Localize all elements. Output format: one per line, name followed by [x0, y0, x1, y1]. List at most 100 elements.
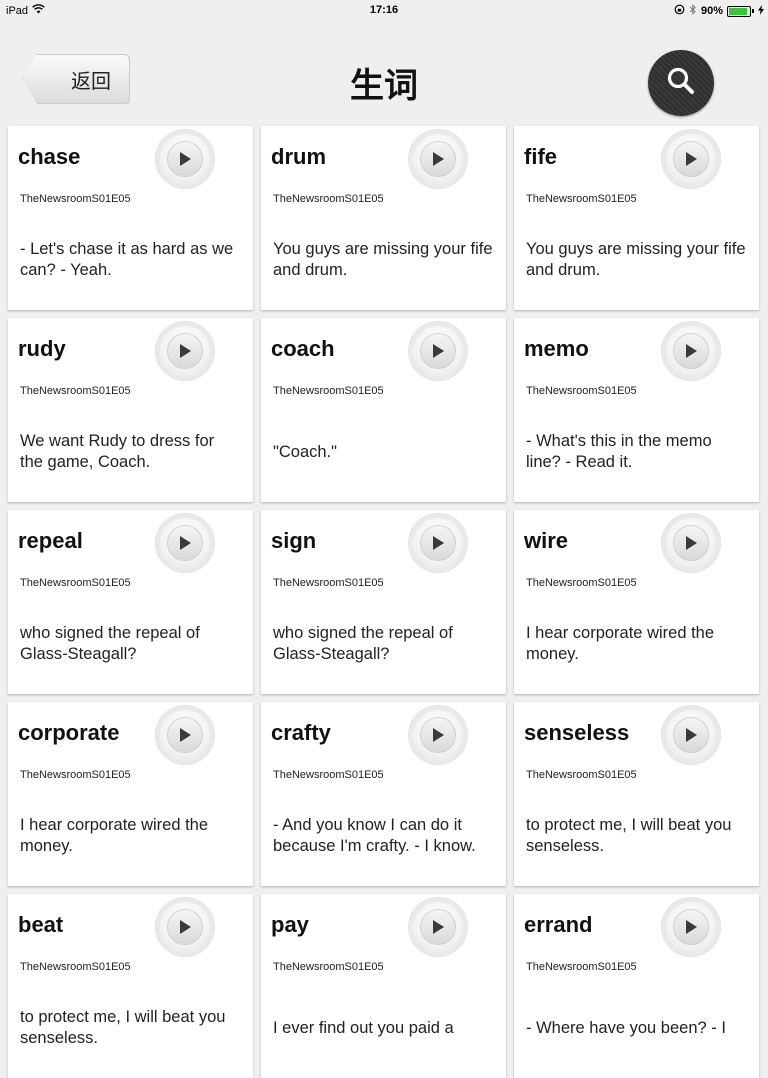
play-button[interactable] — [409, 322, 467, 380]
example-sentence: - And you know I can do it because I'm c… — [273, 816, 476, 855]
play-button-face — [420, 909, 456, 945]
play-icon — [433, 728, 444, 742]
source-label: TheNewsroomS01E05 — [20, 577, 131, 589]
play-icon — [433, 920, 444, 934]
play-button[interactable] — [409, 514, 467, 572]
orientation-lock-icon — [674, 4, 685, 18]
example-sentence: to protect me, I will beat you senseless… — [20, 1008, 226, 1047]
example-sentence: "Coach." — [273, 442, 337, 461]
battery-level-fill — [729, 7, 747, 15]
source-label: TheNewsroomS01E05 — [20, 769, 131, 781]
word-card-corporate[interactable]: corporate TheNewsroomS01E05 I hear corpo… — [8, 702, 253, 886]
word-card-drum[interactable]: drum TheNewsroomS01E05 You guys are miss… — [261, 126, 506, 310]
play-icon — [686, 920, 697, 934]
play-button[interactable] — [409, 898, 467, 956]
play-icon — [433, 152, 444, 166]
source-label: TheNewsroomS01E05 — [273, 961, 384, 973]
play-button-face — [420, 141, 456, 177]
word-card-sign[interactable]: sign TheNewsroomS01E05 who signed the re… — [261, 510, 506, 694]
play-button-face — [673, 141, 709, 177]
play-button-face — [673, 525, 709, 561]
word-card-coach[interactable]: coach TheNewsroomS01E05 "Coach." — [261, 318, 506, 502]
source-label: TheNewsroomS01E05 — [20, 193, 131, 205]
play-button[interactable] — [156, 706, 214, 764]
word-card-repeal[interactable]: repeal TheNewsroomS01E05 who signed the … — [8, 510, 253, 694]
play-button[interactable] — [156, 130, 214, 188]
play-button[interactable] — [156, 898, 214, 956]
example-sentence: We want Rudy to dress for the game, Coac… — [20, 432, 215, 471]
play-button-face — [420, 333, 456, 369]
play-button[interactable] — [156, 514, 214, 572]
play-icon — [686, 344, 697, 358]
play-button-face — [673, 717, 709, 753]
play-button-face — [673, 909, 709, 945]
play-icon — [686, 728, 697, 742]
play-button[interactable] — [409, 130, 467, 188]
status-right: 90% — [674, 4, 764, 18]
word-card-memo[interactable]: memo TheNewsroomS01E05 - What's this in … — [514, 318, 759, 502]
source-label: TheNewsroomS01E05 — [273, 385, 384, 397]
word-card-crafty[interactable]: crafty TheNewsroomS01E05 - And you know … — [261, 702, 506, 886]
play-button-face — [167, 909, 203, 945]
example-sentence: - What's this in the memo line? - Read i… — [526, 432, 712, 471]
example-sentence: I ever find out you paid a — [273, 1018, 454, 1037]
play-icon — [180, 536, 191, 550]
word-card-grid: chase TheNewsroomS01E05 - Let's chase it… — [8, 126, 760, 1078]
play-button[interactable] — [662, 898, 720, 956]
source-label: TheNewsroomS01E05 — [273, 193, 384, 205]
word-card-errand[interactable]: errand TheNewsroomS01E05 - Where have yo… — [514, 894, 759, 1078]
example-sentence: - Let's chase it as hard as we can? - Ye… — [20, 240, 234, 279]
play-button[interactable] — [156, 322, 214, 380]
source-label: TheNewsroomS01E05 — [273, 769, 384, 781]
play-icon — [433, 536, 444, 550]
example-sentence: I hear corporate wired the money. — [20, 816, 209, 855]
word-label: fife — [524, 144, 557, 169]
word-card-wire[interactable]: wire TheNewsroomS01E05 I hear corporate … — [514, 510, 759, 694]
word-label: pay — [271, 912, 309, 937]
play-icon — [180, 920, 191, 934]
example-sentence: who signed the repeal of Glass-Steagall? — [20, 624, 200, 663]
battery-percent: 90% — [700, 5, 723, 17]
example-sentence: who signed the repeal of Glass-Steagall? — [273, 624, 453, 663]
source-label: TheNewsroomS01E05 — [20, 961, 131, 973]
source-label: TheNewsroomS01E05 — [526, 769, 637, 781]
bluetooth-icon — [689, 4, 697, 18]
play-icon — [433, 344, 444, 358]
word-label: errand — [524, 912, 593, 937]
word-card-pay[interactable]: pay TheNewsroomS01E05 I ever find out yo… — [261, 894, 506, 1078]
play-button[interactable] — [662, 514, 720, 572]
status-time: 17:16 — [369, 4, 399, 16]
word-label: rudy — [18, 336, 66, 361]
word-card-chase[interactable]: chase TheNewsroomS01E05 - Let's chase it… — [8, 126, 253, 310]
word-label: beat — [18, 912, 64, 937]
example-sentence: - Where have you been? - I — [526, 1018, 726, 1037]
word-card-fife[interactable]: fife TheNewsroomS01E05 You guys are miss… — [514, 126, 759, 310]
word-label: memo — [524, 336, 589, 361]
play-button[interactable] — [662, 706, 720, 764]
search-button[interactable] — [648, 50, 714, 116]
source-label: TheNewsroomS01E05 — [526, 193, 637, 205]
battery-icon — [727, 5, 751, 17]
word-label: chase — [18, 144, 81, 169]
word-card-beat[interactable]: beat TheNewsroomS01E05 to protect me, I … — [8, 894, 253, 1078]
play-button[interactable] — [409, 706, 467, 764]
nav-bar: 返回 生词 — [0, 20, 768, 124]
play-button-face — [420, 717, 456, 753]
word-label: senseless — [524, 720, 630, 745]
play-icon — [180, 152, 191, 166]
word-card-senseless[interactable]: senseless TheNewsroomS01E05 to protect m… — [514, 702, 759, 886]
battery-cap — [752, 9, 754, 13]
play-icon — [686, 536, 697, 550]
word-label: coach — [271, 336, 335, 361]
play-icon — [180, 344, 191, 358]
play-button[interactable] — [662, 322, 720, 380]
word-label: crafty — [271, 720, 331, 745]
play-button[interactable] — [662, 130, 720, 188]
word-card-rudy[interactable]: rudy TheNewsroomS01E05 We want Rudy to d… — [8, 318, 253, 502]
word-label: wire — [524, 528, 569, 553]
word-label: repeal — [18, 528, 83, 553]
word-label: sign — [271, 528, 317, 553]
source-label: TheNewsroomS01E05 — [526, 385, 637, 397]
play-button-face — [167, 141, 203, 177]
play-icon — [686, 152, 697, 166]
